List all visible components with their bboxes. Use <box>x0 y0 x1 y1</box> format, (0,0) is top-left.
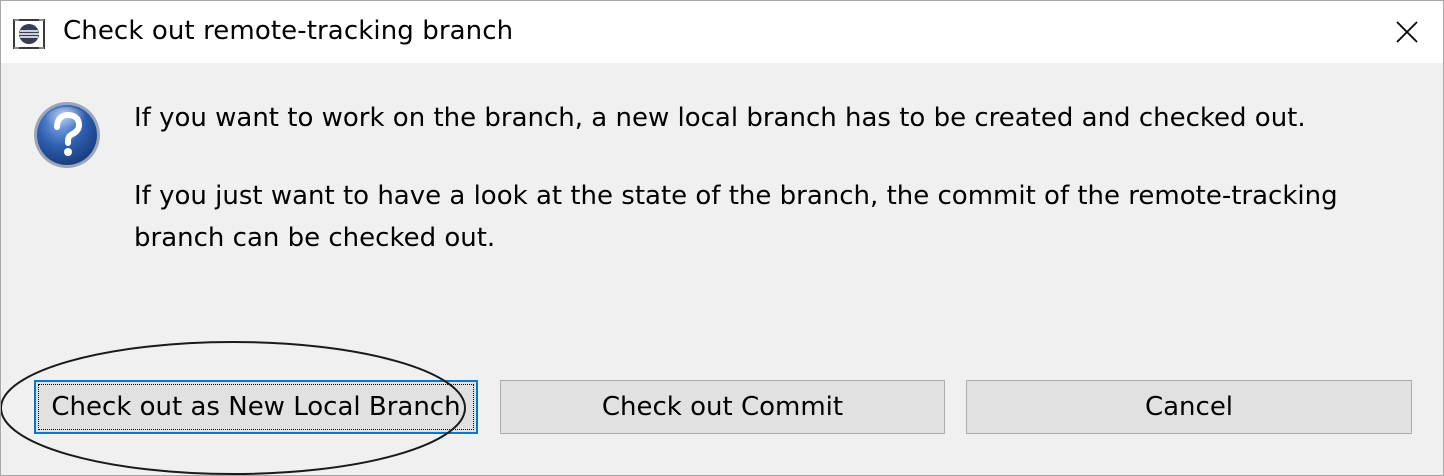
check-out-commit-button[interactable]: Check out Commit <box>500 380 945 434</box>
cancel-button[interactable]: Cancel <box>966 380 1412 434</box>
question-icon <box>34 102 100 168</box>
dialog-window: Check out remote-tracking branch If you … <box>0 0 1444 476</box>
message-line-3: branch can be checked out. <box>134 223 496 253</box>
message-line-1: If you want to work on the branch, a new… <box>134 103 1306 133</box>
close-icon <box>1396 21 1418 43</box>
check-out-new-local-branch-button[interactable]: Check out as New Local Branch <box>34 380 478 434</box>
title-bar[interactable]: Check out remote-tracking branch <box>1 1 1443 63</box>
message-line-2: If you just want to have a look at the s… <box>134 181 1338 211</box>
close-button[interactable] <box>1371 1 1443 63</box>
window-title: Check out remote-tracking branch <box>63 16 514 46</box>
new-local-branch-label: Check out as New Local Branch <box>38 384 474 430</box>
eclipse-icon <box>13 19 45 49</box>
